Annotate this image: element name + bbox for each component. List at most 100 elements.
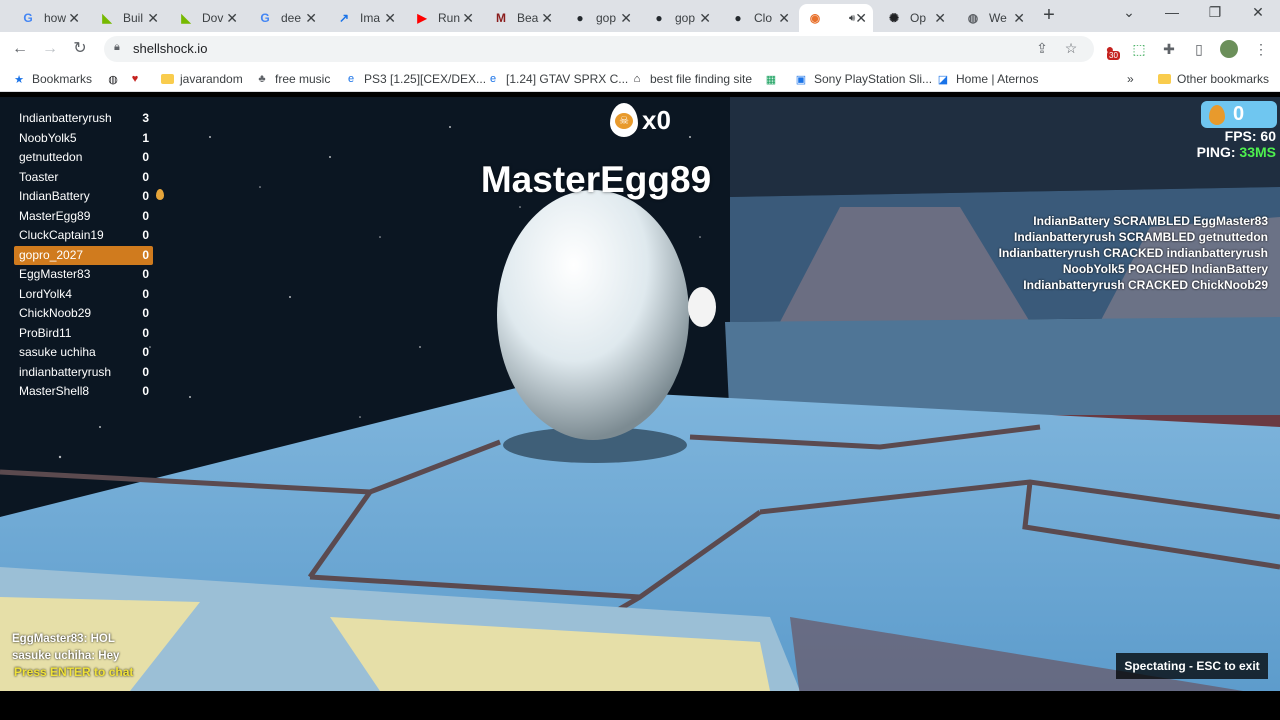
scoreboard-row: ChickNoob29 0	[14, 304, 153, 324]
browser-tab[interactable]: ◉ 🔊︎ ✕	[799, 4, 873, 32]
tab-label: Bea	[517, 11, 539, 25]
side-panel-icon[interactable]: ▯	[1190, 40, 1208, 58]
folder-icon	[160, 72, 174, 86]
browser-tab[interactable]: ◣ Buil ✕	[91, 4, 165, 32]
scoreboard-row: ProBird11 0	[14, 324, 153, 344]
close-tab-icon[interactable]: ✕	[68, 10, 80, 27]
scoreboard-row: Toaster 0	[14, 168, 153, 188]
close-tab-icon[interactable]: ✕	[226, 10, 238, 27]
player-score: 0	[142, 267, 149, 281]
lock-icon[interactable]: 🔒︎	[114, 41, 130, 57]
extension-badge: 30	[1107, 51, 1120, 60]
player-name: MasterShell8	[19, 384, 90, 398]
bookmark-item[interactable]: ▣ Sony PlayStation Sli...	[794, 70, 932, 88]
reload-icon[interactable]: ↻	[70, 39, 90, 59]
browser-tab[interactable]: ● Clo ✕	[722, 4, 796, 32]
back-icon[interactable]: ←	[10, 39, 30, 59]
bookmark-item[interactable]: ★ Bookmarks	[12, 70, 92, 88]
bookmark-item[interactable]: e [1.24] GTAV SPRX C...	[486, 70, 628, 88]
player-name: Toaster	[19, 169, 59, 184]
browser-tab[interactable]: ◣ Dov ✕	[170, 4, 244, 32]
browser-tab[interactable]: ▶ Run ✕	[406, 4, 480, 32]
golden-egg-icon	[1209, 104, 1225, 125]
browser-tab[interactable]: Ghow ✕	[12, 4, 86, 32]
player-score: 0	[142, 169, 149, 184]
ping-readout: PING: 33MS	[1197, 144, 1276, 160]
close-tab-icon[interactable]: ✕	[384, 10, 396, 27]
close-tab-icon[interactable]: ✕	[462, 10, 474, 27]
google-icon: G	[260, 11, 270, 25]
kill-feed-entry: Indianbatteryrush SCRAMBLED getnuttedon	[1014, 230, 1268, 244]
close-tab-icon[interactable]: ✕	[1013, 10, 1025, 27]
browser-tab[interactable]: ↗ Ima ✕	[328, 4, 402, 32]
e-icon: e	[489, 73, 497, 85]
player-name: NoobYolk5	[19, 130, 77, 145]
player-score: 0	[142, 384, 149, 398]
browser-tab[interactable]: ● gop ✕	[564, 4, 638, 32]
bookmark-item[interactable]: ▦	[764, 70, 784, 88]
bookmark-item[interactable]: Other bookmarks	[1157, 70, 1269, 88]
bookmark-item[interactable]: ◪ Home | Aternos	[936, 70, 1039, 88]
browser-tab[interactable]: ◍ We ✕	[957, 4, 1031, 32]
scoreboard-row: EggMaster83 0	[14, 265, 153, 285]
browser-tab[interactable]: Gdee ✕	[249, 4, 323, 32]
player-name: Indianbatteryrush	[19, 111, 112, 125]
scoreboard-row: gopro_2027 0	[14, 245, 153, 265]
scoreboard-row: LordYolk4 0	[14, 285, 153, 305]
scoreboard-row: indianbatteryrush 0	[14, 363, 153, 383]
player-score: 0	[142, 228, 149, 242]
browser-toolbar: ← → ↻ 🔒︎ shellshock.io ⇪ ☆ ● 30 ⬚ ✚ ▯ ⋮	[0, 32, 1280, 66]
player-name: sasuke uchiha	[19, 345, 96, 359]
spectate-banner[interactable]: Spectating - ESC to exit	[1116, 653, 1268, 679]
close-tab-icon[interactable]: ✕	[934, 10, 946, 27]
minimize-button[interactable]: —	[1162, 4, 1182, 20]
new-tab-button[interactable]: +	[1039, 5, 1059, 25]
alien-icon: ♣	[258, 73, 266, 85]
bookmark-star-icon[interactable]: ☆	[1062, 40, 1080, 57]
bookmark-label: Home | Aternos	[956, 72, 1039, 86]
close-window-button[interactable]: ✕	[1248, 4, 1268, 21]
openai-icon: ✺	[888, 11, 900, 25]
close-tab-icon[interactable]: ✕	[778, 10, 790, 27]
restore-button[interactable]: ❐	[1205, 4, 1225, 21]
bookmark-item[interactable]: ⌂ best file finding site	[630, 70, 752, 88]
tab-search-icon[interactable]: ⌄	[1119, 4, 1139, 21]
close-tab-icon[interactable]: ✕	[699, 10, 711, 27]
forward-icon[interactable]: →	[40, 39, 60, 59]
chat-prompt[interactable]: Press ENTER to chat	[14, 664, 133, 681]
bookmark-item[interactable]: ◍	[106, 70, 126, 88]
browser-tab[interactable]: ● gop ✕	[643, 4, 717, 32]
close-tab-icon[interactable]: ✕	[147, 10, 159, 27]
bookmark-item[interactable]: ♣ free music	[255, 70, 330, 88]
nvidia-icon: ◣	[102, 11, 112, 25]
github-icon: ●	[734, 11, 742, 25]
player-score: 0	[142, 208, 149, 223]
heart-icon: ♥	[131, 73, 139, 85]
close-tab-icon[interactable]: ✕	[541, 10, 553, 27]
close-tab-icon[interactable]: ✕	[855, 10, 867, 27]
tab-label: We	[989, 11, 1007, 25]
ping-value: 33MS	[1239, 144, 1276, 160]
close-tab-icon[interactable]: ✕	[305, 10, 317, 27]
bookmark-item[interactable]: e PS3 [1.25][CEX/DEX...	[344, 70, 486, 88]
extension-icon-2[interactable]: ⬚	[1130, 40, 1148, 58]
close-tab-icon[interactable]: ✕	[620, 10, 632, 27]
bookmark-label: best file finding site	[650, 72, 753, 86]
game-viewport[interactable]: Indianbatteryrush 3 NoobYolk5 1 getnuttedon 0…	[0, 97, 1280, 691]
address-bar[interactable]: 🔒︎ shellshock.io ⇪ ☆	[104, 36, 1094, 62]
extensions-puzzle-icon[interactable]: ✚	[1160, 40, 1178, 58]
distant-egg	[688, 287, 716, 327]
bookmarks-overflow-icon[interactable]: »	[1127, 70, 1134, 88]
menu-kebab-icon[interactable]: ⋮	[1252, 40, 1270, 58]
tab-label: gop	[675, 11, 696, 25]
browser-tab[interactable]: ✺ Op ✕	[878, 4, 952, 32]
profile-avatar[interactable]	[1220, 40, 1238, 58]
share-icon[interactable]: ⇪	[1033, 40, 1051, 57]
bookmark-item[interactable]: ♥	[128, 70, 148, 88]
url-text[interactable]: shellshock.io	[133, 41, 207, 56]
youtube-icon: ▶	[417, 11, 427, 25]
bottom-bar	[0, 691, 1280, 720]
browser-tab[interactable]: M Bea ✕	[485, 4, 559, 32]
bookmark-item[interactable]: javarandom	[160, 70, 243, 88]
player-score: 3	[142, 111, 149, 125]
